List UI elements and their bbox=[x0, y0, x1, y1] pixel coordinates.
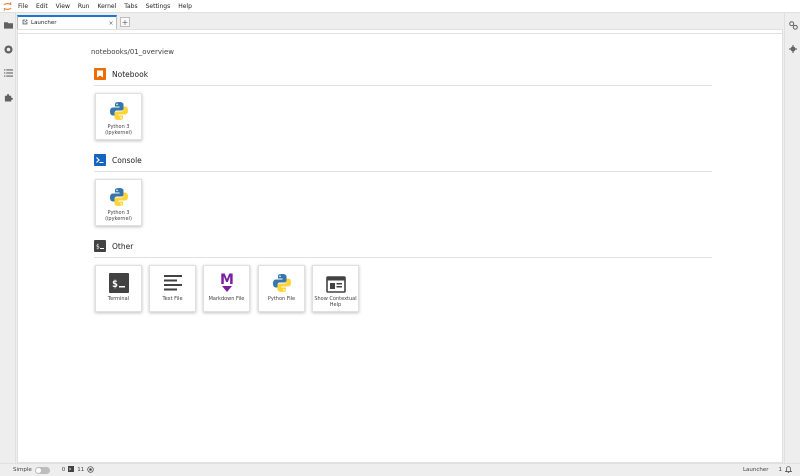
section-divider bbox=[94, 171, 712, 172]
folder-icon[interactable] bbox=[0, 13, 16, 37]
launcher-card-terminal[interactable]: $ Terminal bbox=[95, 265, 142, 312]
python-logo-icon bbox=[109, 180, 129, 208]
running-terminals[interactable]: 0 11 bbox=[61, 465, 95, 475]
section-console: Console bbox=[94, 154, 142, 166]
terminal-icon: $ bbox=[108, 266, 129, 294]
right-sidebar bbox=[784, 13, 800, 463]
section-title: Notebook bbox=[112, 69, 149, 79]
svg-text:$: $ bbox=[112, 279, 118, 290]
section-title: Console bbox=[112, 155, 142, 165]
close-icon[interactable]: × bbox=[106, 20, 116, 27]
launcher-card-notebook-python3[interactable]: Python 3 (ipykernel) bbox=[95, 93, 142, 140]
kernel-status-icon bbox=[87, 465, 94, 475]
menu-file[interactable]: File bbox=[14, 0, 32, 13]
terminals-count: 0 bbox=[61, 467, 66, 473]
menu-kernel[interactable]: Kernel bbox=[93, 0, 120, 13]
svg-text:M: M bbox=[220, 272, 234, 288]
simple-mode-toggle[interactable] bbox=[34, 466, 50, 474]
simple-mode: Simple bbox=[13, 466, 50, 474]
simple-mode-label: Simple bbox=[13, 467, 32, 473]
toolbar-divider bbox=[18, 33, 782, 34]
card-label: Show Contextual Help bbox=[314, 296, 357, 308]
card-label: Terminal bbox=[107, 296, 130, 302]
launcher-panel: notebooks/01_overview Notebook Python 3 … bbox=[17, 29, 783, 463]
menu-run[interactable]: Run bbox=[74, 0, 94, 13]
kernels-count: 11 bbox=[77, 467, 85, 473]
tab-label: Launcher bbox=[31, 20, 57, 26]
python-logo-icon bbox=[109, 94, 129, 122]
menu-help[interactable]: Help bbox=[174, 0, 196, 13]
menu-tabs[interactable]: Tabs bbox=[120, 0, 141, 13]
section-divider bbox=[94, 257, 712, 258]
launcher-card-text-file[interactable]: Text File bbox=[149, 265, 196, 312]
jupyter-logo-icon bbox=[0, 0, 14, 13]
notifications-count: 1 bbox=[778, 467, 783, 473]
launcher-tab-icon bbox=[22, 19, 28, 27]
card-label: Markdown File bbox=[208, 296, 245, 302]
contextual-help-window-icon bbox=[325, 266, 346, 294]
card-label: Text File bbox=[162, 296, 183, 302]
menu-settings[interactable]: Settings bbox=[142, 0, 175, 13]
add-tab-button[interactable]: + bbox=[120, 17, 130, 27]
extension-puzzle-icon[interactable] bbox=[0, 85, 16, 109]
card-label: Python 3 (ipykernel) bbox=[105, 124, 132, 136]
bell-icon bbox=[784, 465, 793, 475]
current-directory: notebooks/01_overview bbox=[91, 48, 174, 56]
debugger-gear-icon[interactable] bbox=[785, 37, 800, 61]
left-sidebar bbox=[0, 13, 16, 463]
section-notebook: Notebook bbox=[94, 68, 148, 80]
markdown-icon: M bbox=[217, 266, 237, 294]
table-of-contents-icon[interactable] bbox=[0, 61, 16, 85]
property-inspector-icon[interactable] bbox=[785, 13, 800, 37]
menu-view[interactable]: View bbox=[52, 0, 74, 13]
section-other: $ Other bbox=[94, 240, 133, 252]
launcher-card-contextual-help[interactable]: Show Contextual Help bbox=[312, 265, 359, 312]
status-bar: Simple 0 11 Launcher 1 bbox=[0, 463, 800, 476]
menu-edit[interactable]: Edit bbox=[32, 0, 52, 13]
svg-text:$: $ bbox=[96, 244, 100, 251]
mode-label: Launcher bbox=[742, 467, 769, 473]
launcher-card-markdown-file[interactable]: M Markdown File bbox=[203, 265, 250, 312]
running-sessions-icon[interactable] bbox=[0, 37, 16, 61]
notifications[interactable]: 1 bbox=[778, 465, 793, 475]
terminal-status-icon bbox=[68, 466, 75, 474]
text-file-lines-icon bbox=[163, 266, 183, 294]
tab-launcher[interactable]: Launcher × bbox=[17, 15, 117, 29]
section-title: Other bbox=[112, 241, 134, 251]
mode-indicator: Launcher bbox=[743, 467, 769, 473]
terminal-dollar-icon: $ bbox=[94, 240, 106, 252]
card-label: Python 3 (ipykernel) bbox=[105, 210, 132, 222]
python-logo-icon bbox=[272, 266, 292, 294]
section-divider bbox=[94, 85, 712, 86]
launcher-card-python-file[interactable]: Python File bbox=[258, 265, 305, 312]
tab-bar: Launcher × + bbox=[17, 14, 783, 29]
card-label: Python File bbox=[267, 296, 296, 302]
launcher-card-console-python3[interactable]: Python 3 (ipykernel) bbox=[95, 179, 142, 226]
notebook-bookmark-icon bbox=[94, 68, 106, 80]
console-prompt-icon bbox=[94, 154, 106, 166]
menu-bar: File Edit View Run Kernel Tabs Settings … bbox=[0, 0, 800, 13]
